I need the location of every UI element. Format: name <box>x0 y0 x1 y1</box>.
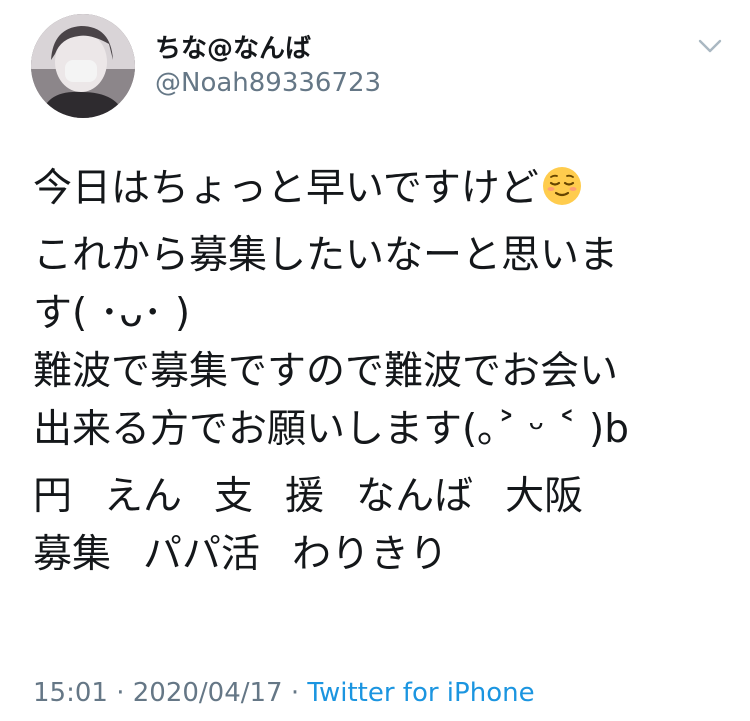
tag-word: えん <box>104 474 183 519</box>
tweet-paragraph-1: 今日はちょっと早いですけど <box>33 160 723 218</box>
meta-separator: · <box>107 678 133 708</box>
relieved-face-emoji <box>541 165 583 207</box>
text-line: 今日はちょっと早いですけど <box>33 160 723 218</box>
chevron-down-icon[interactable] <box>697 36 723 56</box>
tag-word: なんば <box>356 474 474 519</box>
text-line: す( ･ᴗ･ ) <box>33 291 191 336</box>
tag-word: 募集 <box>33 532 112 577</box>
display-name[interactable]: ちな@なんば <box>155 28 311 65</box>
tag-row: 円えん支援なんば 大阪 <box>33 468 723 526</box>
text-line: 出来る方でお願いします(｡˃ ᵕ ˂ )b <box>33 407 630 452</box>
tag-word: 援 <box>285 474 325 519</box>
user-handle[interactable]: @Noah89336723 <box>155 68 381 98</box>
tag-row: 募集 パパ活 わりきり <box>33 526 723 584</box>
tweet: ちな@なんば @Noah89336723 今日はちょっと早いですけど これから募… <box>0 0 750 721</box>
tweet-tags: 円えん支援なんば 大阪 募集 パパ活 わりきり <box>33 468 723 584</box>
tweet-date[interactable]: 2020/04/17 <box>133 678 283 708</box>
avatar[interactable] <box>31 14 135 118</box>
tweet-paragraph-2: これから募集したいなーと思いま す( ･ᴗ･ ) 難波で募集ですので難波でお会い… <box>33 227 723 459</box>
tweet-time[interactable]: 15:01 <box>33 678 108 708</box>
tweet-meta: 15:01 · 2020/04/17 · Twitter for iPhone <box>33 678 535 708</box>
tag-word: パパ活 <box>143 532 261 577</box>
text-line: これから募集したいなーと思いま <box>33 233 619 278</box>
meta-separator: · <box>282 678 308 708</box>
tweet-source-link[interactable]: Twitter for iPhone <box>307 678 534 708</box>
tag-word: 支 <box>214 474 254 519</box>
tag-word: 円 <box>33 474 73 519</box>
tag-word: 大阪 <box>505 474 584 519</box>
tweet-text: 今日はちょっと早いですけど これから募集したいなーと思いま す( ･ᴗ･ ) 難… <box>33 160 723 593</box>
text-line: 難波で募集ですので難波でお会い <box>33 349 619 394</box>
tag-word: わりきり <box>292 532 449 577</box>
text-line-content: 今日はちょっと早いですけど <box>33 166 539 211</box>
